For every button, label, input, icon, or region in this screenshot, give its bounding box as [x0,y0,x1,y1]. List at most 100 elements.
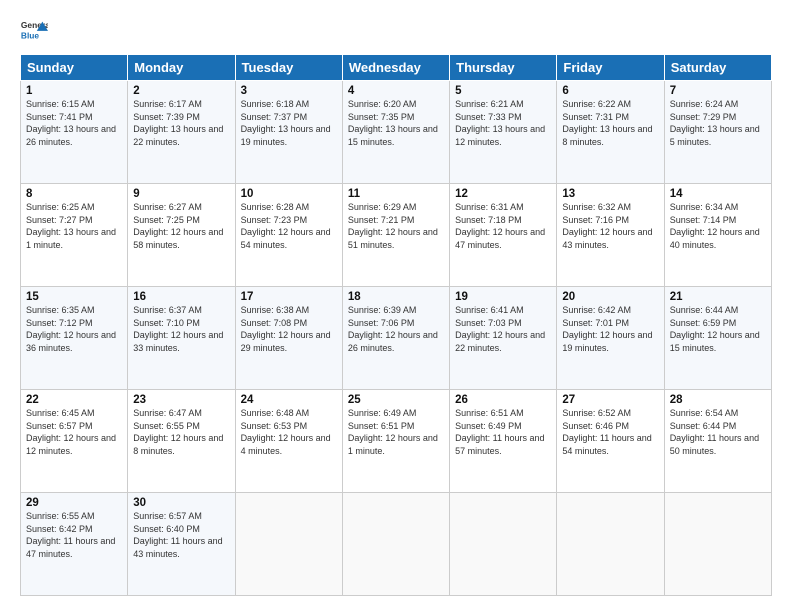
calendar-table: SundayMondayTuesdayWednesdayThursdayFrid… [20,54,772,596]
week-row-3: 15Sunrise: 6:35 AMSunset: 7:12 PMDayligh… [21,287,772,390]
day-info: Sunrise: 6:51 AMSunset: 6:49 PMDaylight:… [455,407,551,457]
weekday-monday: Monday [128,55,235,81]
day-info: Sunrise: 6:17 AMSunset: 7:39 PMDaylight:… [133,98,229,148]
calendar-cell [450,493,557,596]
day-info: Sunrise: 6:20 AMSunset: 7:35 PMDaylight:… [348,98,444,148]
day-number: 4 [348,85,444,97]
weekday-thursday: Thursday [450,55,557,81]
weekday-saturday: Saturday [664,55,771,81]
week-row-1: 1Sunrise: 6:15 AMSunset: 7:41 PMDaylight… [21,81,772,184]
header: General Blue [20,16,772,44]
calendar-cell: 16Sunrise: 6:37 AMSunset: 7:10 PMDayligh… [128,287,235,390]
weekday-row: SundayMondayTuesdayWednesdayThursdayFrid… [21,55,772,81]
day-number: 23 [133,394,229,406]
calendar-cell [664,493,771,596]
logo: General Blue [20,16,52,44]
day-number: 11 [348,188,444,200]
week-row-5: 29Sunrise: 6:55 AMSunset: 6:42 PMDayligh… [21,493,772,596]
day-info: Sunrise: 6:25 AMSunset: 7:27 PMDaylight:… [26,201,122,251]
calendar-cell: 5Sunrise: 6:21 AMSunset: 7:33 PMDaylight… [450,81,557,184]
day-number: 18 [348,291,444,303]
calendar-cell: 8Sunrise: 6:25 AMSunset: 7:27 PMDaylight… [21,184,128,287]
day-info: Sunrise: 6:38 AMSunset: 7:08 PMDaylight:… [241,304,337,354]
day-number: 2 [133,85,229,97]
day-info: Sunrise: 6:18 AMSunset: 7:37 PMDaylight:… [241,98,337,148]
calendar-cell: 3Sunrise: 6:18 AMSunset: 7:37 PMDaylight… [235,81,342,184]
calendar-cell: 19Sunrise: 6:41 AMSunset: 7:03 PMDayligh… [450,287,557,390]
day-info: Sunrise: 6:42 AMSunset: 7:01 PMDaylight:… [562,304,658,354]
calendar-cell: 6Sunrise: 6:22 AMSunset: 7:31 PMDaylight… [557,81,664,184]
calendar-cell: 4Sunrise: 6:20 AMSunset: 7:35 PMDaylight… [342,81,449,184]
day-number: 21 [670,291,766,303]
day-number: 6 [562,85,658,97]
day-info: Sunrise: 6:47 AMSunset: 6:55 PMDaylight:… [133,407,229,457]
calendar-cell: 22Sunrise: 6:45 AMSunset: 6:57 PMDayligh… [21,390,128,493]
calendar-cell: 17Sunrise: 6:38 AMSunset: 7:08 PMDayligh… [235,287,342,390]
day-number: 20 [562,291,658,303]
calendar-cell: 23Sunrise: 6:47 AMSunset: 6:55 PMDayligh… [128,390,235,493]
day-number: 24 [241,394,337,406]
day-number: 1 [26,85,122,97]
day-info: Sunrise: 6:45 AMSunset: 6:57 PMDaylight:… [26,407,122,457]
day-number: 8 [26,188,122,200]
day-number: 25 [348,394,444,406]
calendar-cell: 1Sunrise: 6:15 AMSunset: 7:41 PMDaylight… [21,81,128,184]
day-number: 3 [241,85,337,97]
day-info: Sunrise: 6:57 AMSunset: 6:40 PMDaylight:… [133,510,229,560]
calendar-cell: 13Sunrise: 6:32 AMSunset: 7:16 PMDayligh… [557,184,664,287]
day-info: Sunrise: 6:52 AMSunset: 6:46 PMDaylight:… [562,407,658,457]
calendar-header: SundayMondayTuesdayWednesdayThursdayFrid… [21,55,772,81]
day-info: Sunrise: 6:55 AMSunset: 6:42 PMDaylight:… [26,510,122,560]
day-number: 5 [455,85,551,97]
week-row-4: 22Sunrise: 6:45 AMSunset: 6:57 PMDayligh… [21,390,772,493]
calendar-cell [235,493,342,596]
day-number: 15 [26,291,122,303]
calendar-cell: 29Sunrise: 6:55 AMSunset: 6:42 PMDayligh… [21,493,128,596]
calendar-cell: 18Sunrise: 6:39 AMSunset: 7:06 PMDayligh… [342,287,449,390]
day-number: 13 [562,188,658,200]
day-number: 9 [133,188,229,200]
day-info: Sunrise: 6:31 AMSunset: 7:18 PMDaylight:… [455,201,551,251]
weekday-friday: Friday [557,55,664,81]
day-number: 17 [241,291,337,303]
calendar-cell: 25Sunrise: 6:49 AMSunset: 6:51 PMDayligh… [342,390,449,493]
calendar-cell: 27Sunrise: 6:52 AMSunset: 6:46 PMDayligh… [557,390,664,493]
calendar-cell: 26Sunrise: 6:51 AMSunset: 6:49 PMDayligh… [450,390,557,493]
day-info: Sunrise: 6:35 AMSunset: 7:12 PMDaylight:… [26,304,122,354]
calendar-cell [342,493,449,596]
day-number: 10 [241,188,337,200]
day-number: 19 [455,291,551,303]
calendar-cell [557,493,664,596]
day-info: Sunrise: 6:29 AMSunset: 7:21 PMDaylight:… [348,201,444,251]
day-number: 14 [670,188,766,200]
calendar-cell: 2Sunrise: 6:17 AMSunset: 7:39 PMDaylight… [128,81,235,184]
day-info: Sunrise: 6:34 AMSunset: 7:14 PMDaylight:… [670,201,766,251]
calendar-cell: 7Sunrise: 6:24 AMSunset: 7:29 PMDaylight… [664,81,771,184]
day-info: Sunrise: 6:28 AMSunset: 7:23 PMDaylight:… [241,201,337,251]
logo-icon: General Blue [20,16,48,44]
weekday-sunday: Sunday [21,55,128,81]
day-info: Sunrise: 6:37 AMSunset: 7:10 PMDaylight:… [133,304,229,354]
day-info: Sunrise: 6:54 AMSunset: 6:44 PMDaylight:… [670,407,766,457]
day-number: 26 [455,394,551,406]
calendar-cell: 24Sunrise: 6:48 AMSunset: 6:53 PMDayligh… [235,390,342,493]
day-number: 22 [26,394,122,406]
day-info: Sunrise: 6:24 AMSunset: 7:29 PMDaylight:… [670,98,766,148]
calendar-cell: 11Sunrise: 6:29 AMSunset: 7:21 PMDayligh… [342,184,449,287]
calendar-cell: 15Sunrise: 6:35 AMSunset: 7:12 PMDayligh… [21,287,128,390]
day-info: Sunrise: 6:48 AMSunset: 6:53 PMDaylight:… [241,407,337,457]
day-number: 29 [26,497,122,509]
day-number: 27 [562,394,658,406]
calendar-cell: 9Sunrise: 6:27 AMSunset: 7:25 PMDaylight… [128,184,235,287]
day-number: 30 [133,497,229,509]
svg-text:Blue: Blue [21,30,39,40]
calendar-cell: 10Sunrise: 6:28 AMSunset: 7:23 PMDayligh… [235,184,342,287]
week-row-2: 8Sunrise: 6:25 AMSunset: 7:27 PMDaylight… [21,184,772,287]
day-info: Sunrise: 6:15 AMSunset: 7:41 PMDaylight:… [26,98,122,148]
day-number: 16 [133,291,229,303]
weekday-wednesday: Wednesday [342,55,449,81]
calendar-cell: 12Sunrise: 6:31 AMSunset: 7:18 PMDayligh… [450,184,557,287]
day-number: 28 [670,394,766,406]
day-info: Sunrise: 6:32 AMSunset: 7:16 PMDaylight:… [562,201,658,251]
calendar-body: 1Sunrise: 6:15 AMSunset: 7:41 PMDaylight… [21,81,772,596]
